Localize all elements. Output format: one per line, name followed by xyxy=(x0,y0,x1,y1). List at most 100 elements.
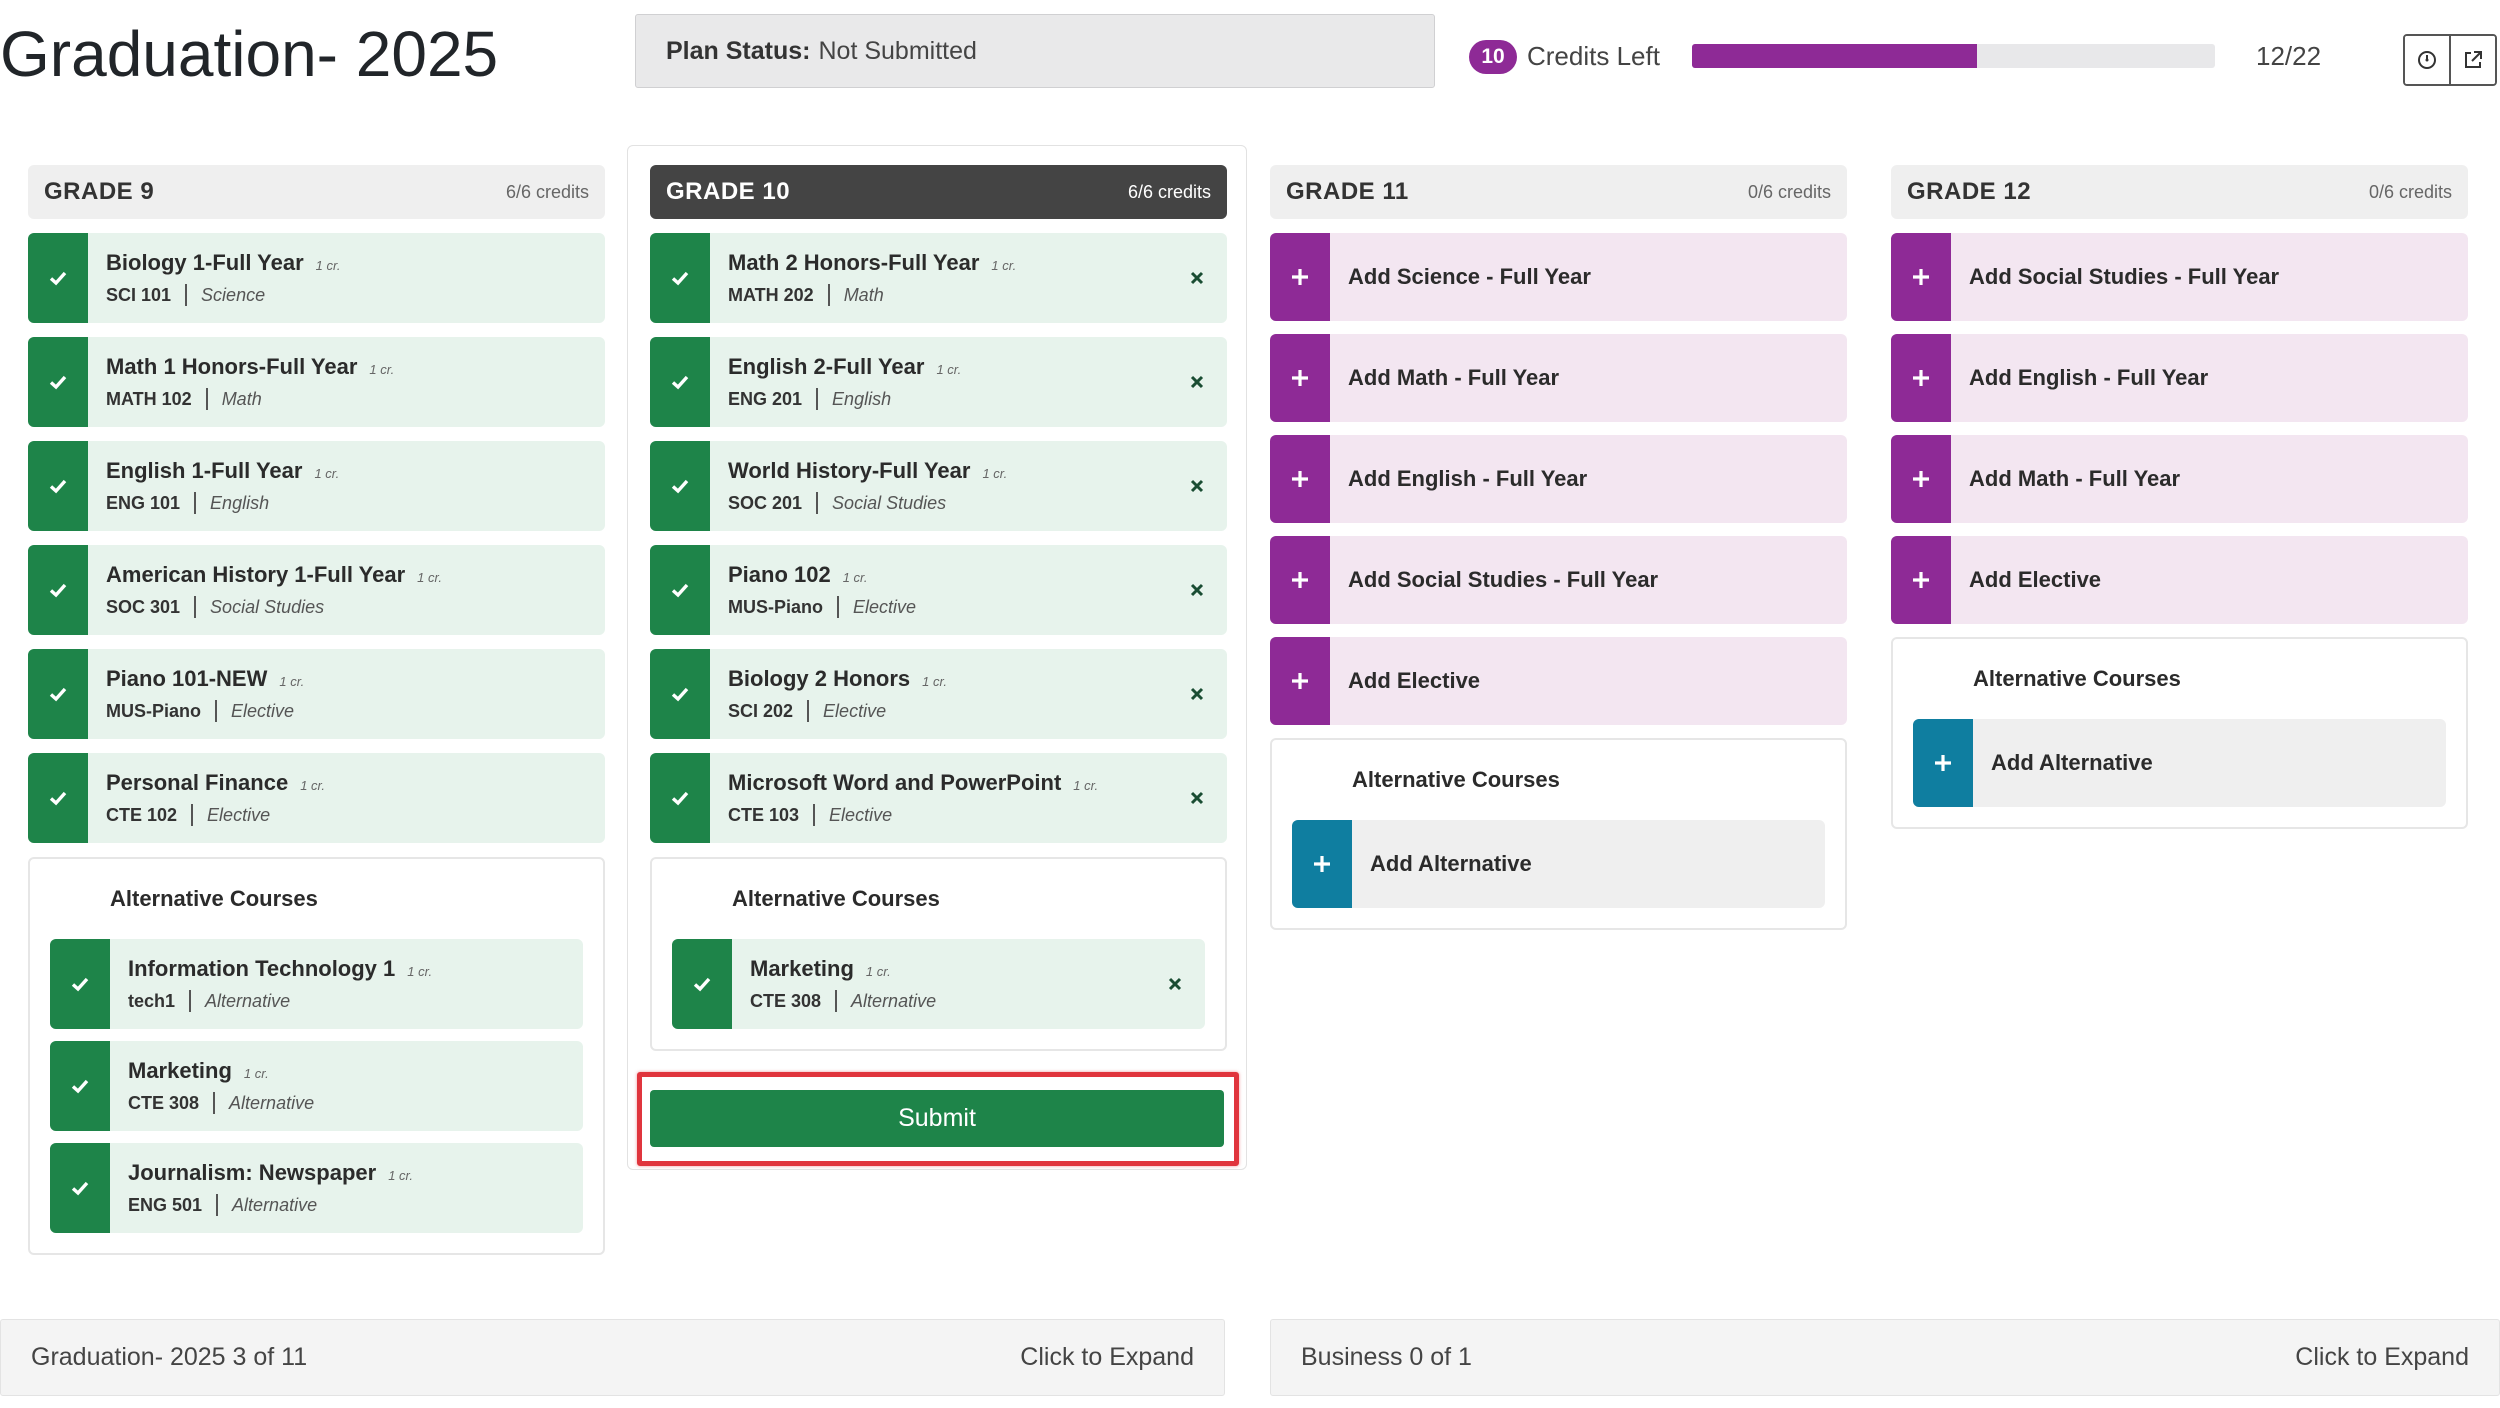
course-name: Math 1 Honors-Full Year xyxy=(106,354,358,379)
add-course-button[interactable]: Add Elective xyxy=(1270,637,1847,725)
completed-status-strip xyxy=(28,753,88,843)
add-course-label: Add Science - Full Year xyxy=(1348,264,1591,289)
course-card[interactable]: Biology 2 Honors 1 cr. SCI 202 Elective xyxy=(650,649,1227,739)
course-name: Biology 1-Full Year xyxy=(106,250,304,275)
course-type: Math xyxy=(221,388,262,409)
add-course-button[interactable]: Add English - Full Year xyxy=(1270,435,1847,523)
course-credit: 1 cr. xyxy=(315,258,341,273)
add-course-button[interactable]: Add Science - Full Year xyxy=(1270,233,1847,321)
grade-title: GRADE 12 xyxy=(1907,178,2032,205)
footer-business-expander[interactable]: Business 0 of 1 Click to Expand xyxy=(1270,1319,2500,1396)
check-icon xyxy=(671,791,689,806)
remove-icon xyxy=(1190,375,1204,389)
remove-icon xyxy=(1190,271,1204,285)
course-name: Journalism: Newspaper xyxy=(128,1160,377,1185)
course-card[interactable]: Marketing 1 cr. CTE 308 Alternative xyxy=(50,1041,583,1131)
course-title-row: English 2-Full Year 1 cr. xyxy=(728,354,1167,380)
course-name: Microsoft Word and PowerPoint xyxy=(728,770,1062,795)
course-body: World History-Full Year 1 cr. SOC 201 Socia… xyxy=(710,441,1167,531)
footer-plan-expander[interactable]: Graduation- 2025 3 of 11 Click to Expand xyxy=(0,1319,1225,1396)
course-body: English 1-Full Year 1 cr. ENG 101 English xyxy=(88,441,605,531)
course-type: Elective xyxy=(207,804,271,825)
divider xyxy=(194,492,197,514)
add-strip xyxy=(1270,435,1330,523)
check-icon xyxy=(49,583,67,598)
submit-button[interactable]: Submit xyxy=(650,1090,1224,1147)
alternatives-title: Alternative Courses xyxy=(1352,767,1560,792)
remove-icon xyxy=(1190,583,1204,597)
remove-course-button[interactable] xyxy=(1167,649,1227,739)
check-icon xyxy=(671,271,689,286)
add-course-button[interactable]: Add English - Full Year xyxy=(1891,334,2468,422)
course-card[interactable]: Math 2 Honors-Full Year 1 cr. MATH 202 Math xyxy=(650,233,1227,323)
course-card[interactable]: Piano 101-NEW 1 cr. MUS-Piano Elective xyxy=(28,649,605,739)
add-course-button[interactable]: Add Math - Full Year xyxy=(1270,334,1847,422)
divider xyxy=(837,596,840,618)
completed-status-strip xyxy=(28,337,88,427)
course-card[interactable]: World History-Full Year 1 cr. SOC 201 Socia… xyxy=(650,441,1227,531)
add-course-button[interactable]: Add Elective xyxy=(1891,536,2468,624)
course-title-row: Piano 101-NEW 1 cr. xyxy=(106,666,605,692)
add-alternative-button[interactable]: Add Alternative xyxy=(1913,719,2446,807)
course-card[interactable]: English 2-Full Year 1 cr. ENG 201 English xyxy=(650,337,1227,427)
divider xyxy=(215,700,218,722)
course-card[interactable]: American History 1-Full Year 1 cr. SOC 301… xyxy=(28,545,605,635)
completed-status-strip xyxy=(650,649,710,739)
course-card[interactable]: Marketing 1 cr. CTE 308 Alternative xyxy=(672,939,1205,1029)
course-card[interactable]: Biology 1-Full Year 1 cr. SCI 101 Science xyxy=(28,233,605,323)
remove-course-button[interactable] xyxy=(1167,545,1227,635)
add-alternative-button[interactable]: Add Alternative xyxy=(1292,820,1825,908)
add-strip xyxy=(1891,334,1951,422)
course-name: Marketing xyxy=(128,1058,232,1083)
course-credit: 1 cr. xyxy=(243,1066,269,1081)
add-strip xyxy=(1270,233,1330,321)
check-icon xyxy=(71,1079,89,1094)
grade-11-header: GRADE 11 0/6 credits xyxy=(1270,165,1847,219)
course-card[interactable]: Microsoft Word and PowerPoint 1 cr. CTE 10… xyxy=(650,753,1227,843)
check-icon xyxy=(49,375,67,390)
course-credit: 1 cr. xyxy=(417,570,442,585)
open-external-button[interactable] xyxy=(2449,36,2495,84)
course-meta-row: CTE 308 Alternative xyxy=(750,990,1145,1012)
remove-course-button[interactable] xyxy=(1167,233,1227,323)
course-card[interactable]: Journalism: Newspaper 1 cr. ENG 501 Alterna… xyxy=(50,1143,583,1233)
course-type: Elective xyxy=(853,596,917,617)
remove-course-button[interactable] xyxy=(1167,337,1227,427)
plan-status-label: Plan Status: xyxy=(666,36,811,65)
course-meta-row: SCI 202 Elective xyxy=(728,700,1167,722)
grade-12-alternatives: Alternative Courses Add Alternative xyxy=(1891,637,2468,829)
course-card[interactable]: Math 1 Honors-Full Year 1 cr. MATH 102 Math xyxy=(28,337,605,427)
remove-course-button[interactable] xyxy=(1145,939,1205,1029)
remove-course-button[interactable] xyxy=(1167,441,1227,531)
divider xyxy=(813,804,816,826)
check-icon xyxy=(693,977,711,992)
course-body: Journalism: Newspaper 1 cr. ENG 501 Alterna… xyxy=(110,1143,583,1233)
course-title-row: Biology 2 Honors 1 cr. xyxy=(728,666,1167,692)
add-course-label: Add English - Full Year xyxy=(1348,466,1588,491)
history-button[interactable] xyxy=(2405,36,2449,84)
add-course-button[interactable]: Add Math - Full Year xyxy=(1891,435,2468,523)
alternatives-title: Alternative Courses xyxy=(732,886,940,911)
course-code: ENG 201 xyxy=(728,388,803,409)
remove-course-button[interactable] xyxy=(1167,753,1227,843)
add-course-button[interactable]: Add Social Studies - Full Year xyxy=(1891,233,2468,321)
course-card[interactable]: Personal Finance 1 cr. CTE 102 Elective xyxy=(28,753,605,843)
course-card[interactable]: Piano 102 1 cr. MUS-Piano Elective xyxy=(650,545,1227,635)
divider xyxy=(205,388,208,410)
divider xyxy=(816,388,819,410)
course-meta-row: CTE 102 Elective xyxy=(106,804,605,826)
course-credit: 1 cr. xyxy=(936,362,962,377)
course-card[interactable]: English 1-Full Year 1 cr. ENG 101 English xyxy=(28,441,605,531)
add-strip xyxy=(1891,233,1951,321)
divider xyxy=(816,492,819,514)
course-card[interactable]: Information Technology 1 1 cr. tech1 Altern… xyxy=(50,939,583,1029)
course-type: Alternative xyxy=(232,1194,318,1215)
add-strip xyxy=(1891,435,1951,523)
course-credit: 1 cr. xyxy=(982,466,1008,481)
footer-business-label: Business 0 of 1 xyxy=(1301,1343,1472,1371)
add-course-button[interactable]: Add Social Studies - Full Year xyxy=(1270,536,1847,624)
course-name: Piano 102 xyxy=(728,562,831,587)
course-code: CTE 308 xyxy=(128,1092,200,1113)
credits-progress-fill xyxy=(1692,44,1978,68)
completed-status-strip xyxy=(650,545,710,635)
